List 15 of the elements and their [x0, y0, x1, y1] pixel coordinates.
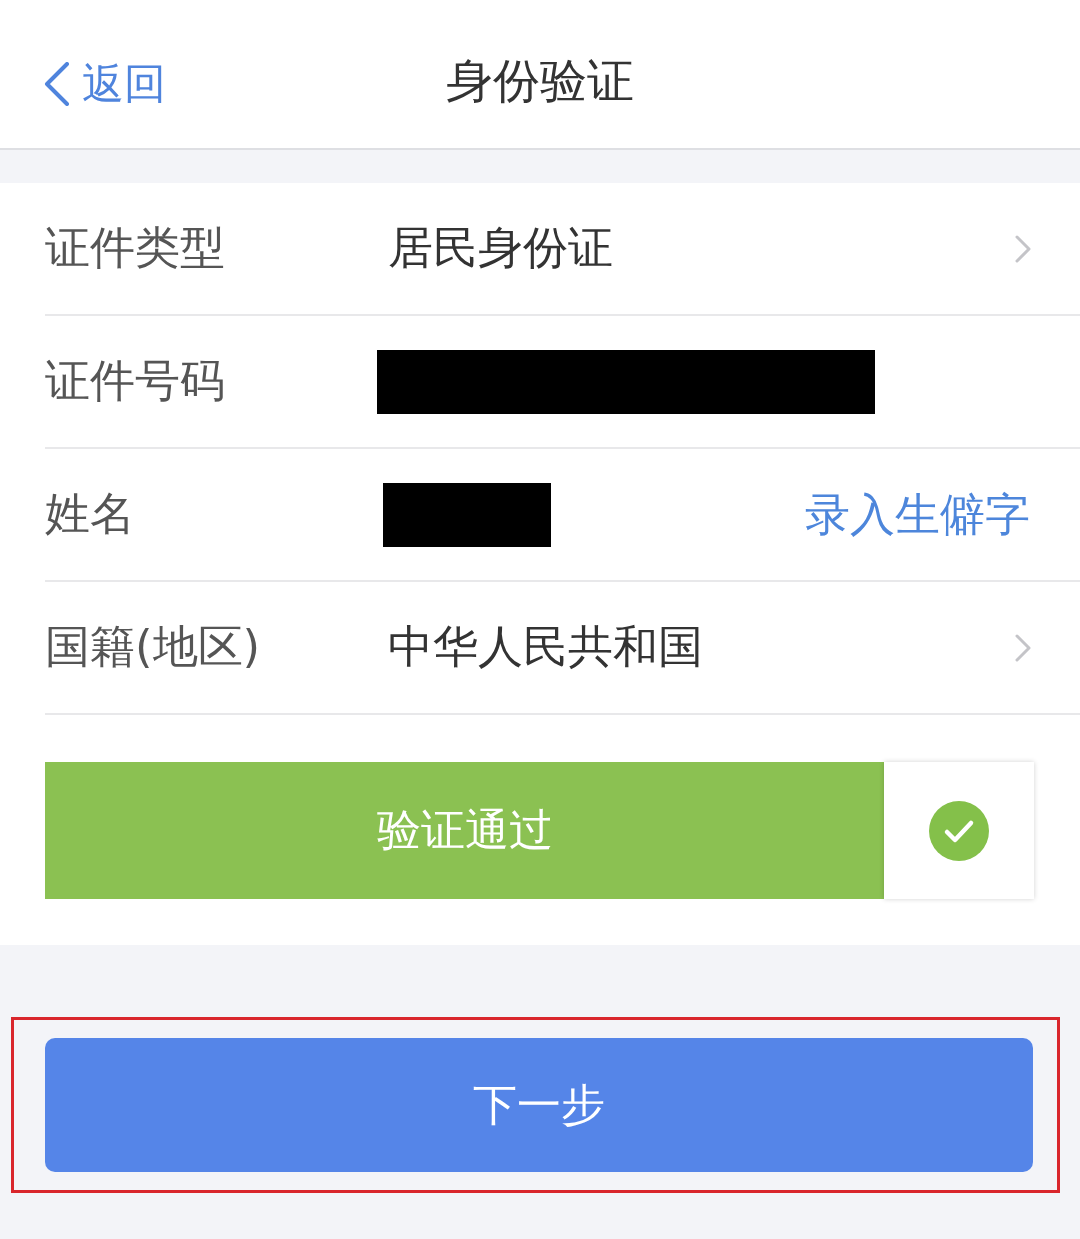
field-label: 证件类型 — [45, 219, 226, 276]
chevron-right-icon[interactable] — [1014, 632, 1032, 663]
verification-status: 验证通过 — [45, 762, 884, 899]
field-label: 国籍(地区) — [45, 618, 262, 675]
field-label: 姓名 — [45, 485, 136, 542]
field-value[interactable]: 居民身份证 — [388, 217, 613, 278]
field-label: 证件号码 — [45, 352, 226, 409]
back-button[interactable]: 返回 — [44, 56, 166, 112]
chevron-right-icon[interactable] — [1014, 233, 1032, 264]
rare-character-link[interactable]: 录入生僻字 — [805, 484, 1030, 545]
page-title: 身份验证 — [446, 53, 634, 110]
chevron-left-icon — [44, 62, 70, 106]
field-value[interactable]: 中华人民共和国 — [388, 616, 703, 677]
next-button[interactable]: 下一步 — [45, 1038, 1033, 1172]
check-icon — [929, 800, 989, 861]
